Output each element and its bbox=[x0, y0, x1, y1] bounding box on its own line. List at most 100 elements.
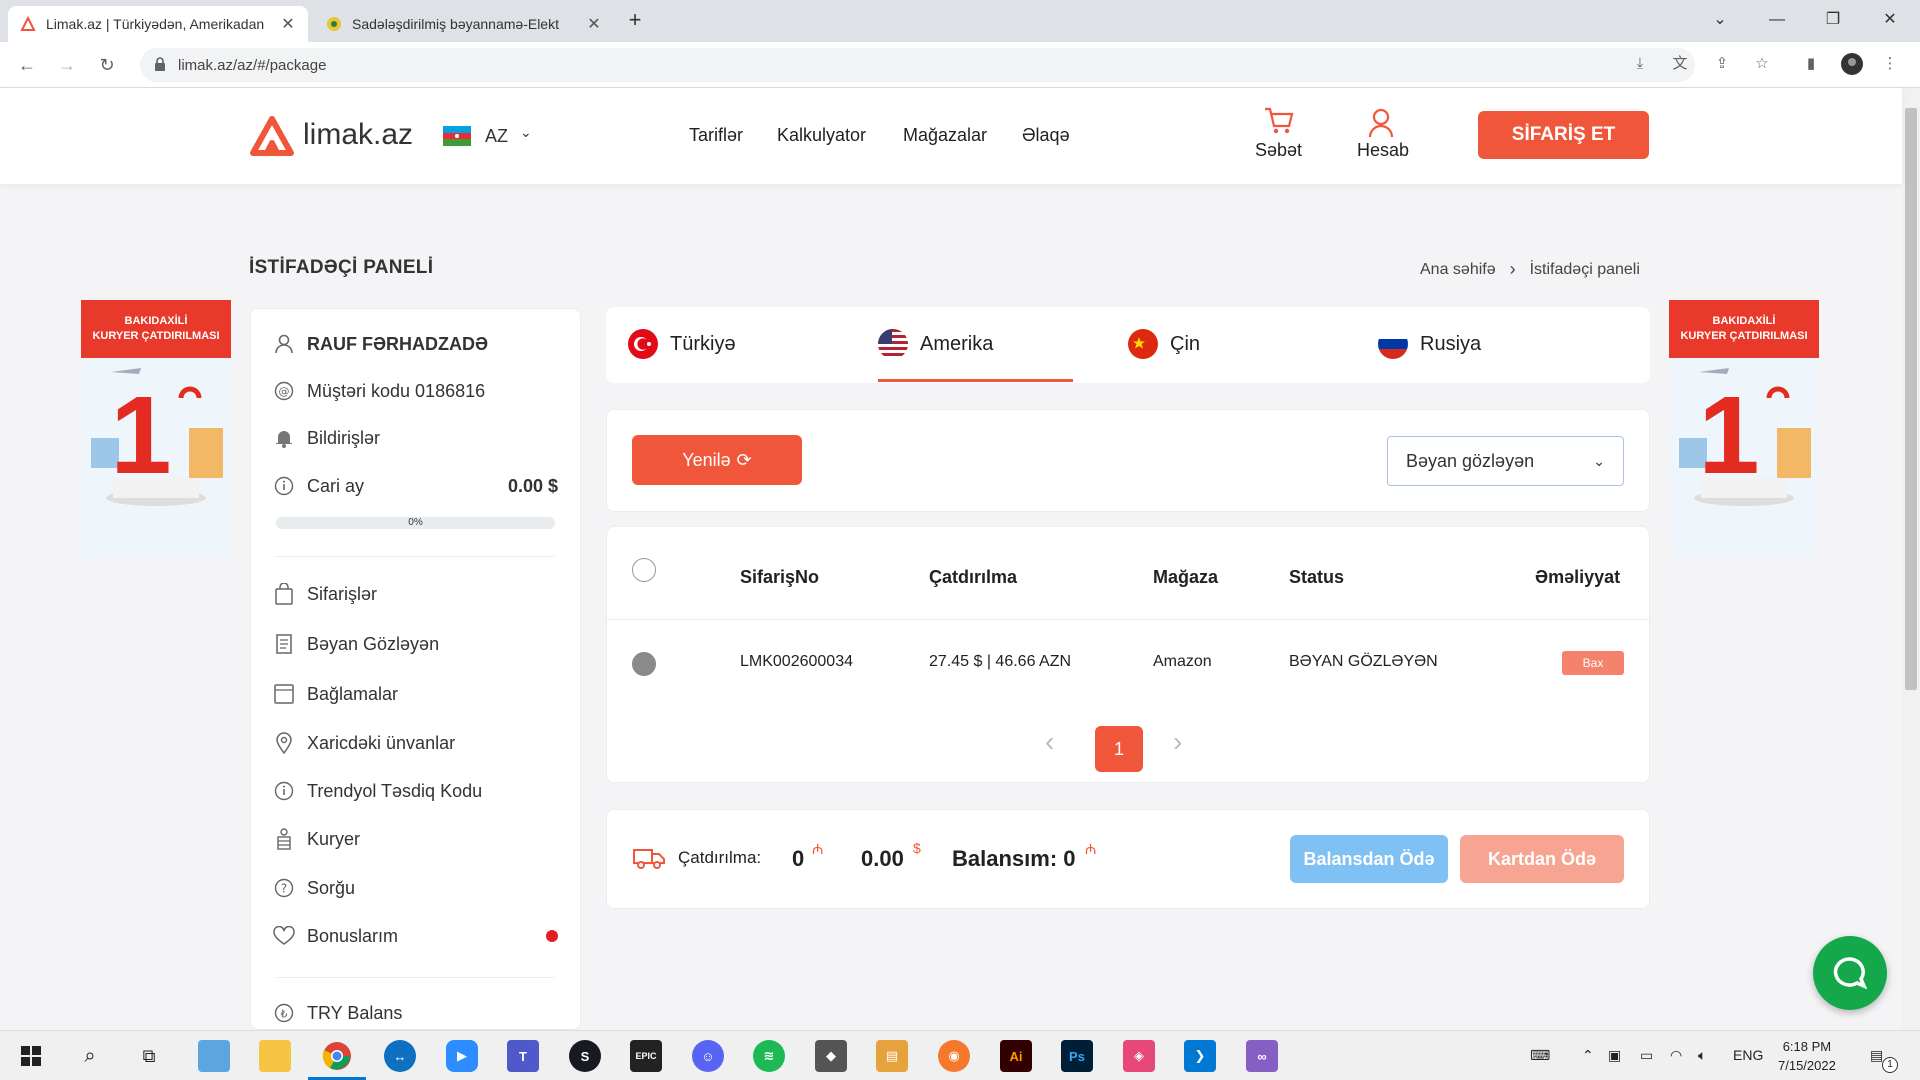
refresh-button[interactable]: Yenilə ⟳ bbox=[632, 435, 802, 485]
browser-tab-declaration[interactable]: Sadələşdirilmiş bəyannamə-Elekt ✕ bbox=[314, 6, 614, 42]
breadcrumb-home[interactable]: Ana səhifə bbox=[1420, 261, 1496, 279]
url-input[interactable]: limak.az/az/#/package bbox=[140, 48, 1695, 82]
language-select[interactable]: AZ bbox=[485, 126, 508, 147]
tab-russia[interactable]: Rusiya bbox=[1378, 329, 1481, 359]
browser-menu-icon[interactable]: ⋮ bbox=[1878, 52, 1902, 76]
svg-text:₺: ₺ bbox=[281, 1008, 288, 1021]
tab-china[interactable]: Çin bbox=[1128, 329, 1200, 359]
windows-start-icon[interactable] bbox=[15, 1040, 47, 1072]
battery-icon[interactable]: ▭ bbox=[1640, 1047, 1653, 1064]
volume-icon[interactable]: 🔈︎ bbox=[1698, 1047, 1706, 1064]
sidebar-item-label: TRY Balans bbox=[307, 1002, 403, 1023]
search-icon[interactable]: ⌕ bbox=[74, 1040, 106, 1072]
clock-date: 7/15/2022 bbox=[1778, 1058, 1836, 1073]
nav-stores[interactable]: Mağazalar bbox=[903, 125, 987, 146]
chevron-down-icon[interactable]: ⌄ bbox=[520, 124, 532, 141]
select-all-radio[interactable] bbox=[632, 558, 656, 582]
unity-icon[interactable]: ◆ bbox=[815, 1040, 847, 1072]
steam-icon[interactable]: S bbox=[569, 1040, 601, 1072]
browser-tab-limak[interactable]: Limak.az | Türkiyədən, Amerikadan ✕ bbox=[8, 6, 308, 42]
pay-by-card-button[interactable]: Kartdan Ödə bbox=[1460, 835, 1624, 883]
ad-illustration-icon: 1 bbox=[81, 358, 231, 557]
chrome-icon[interactable] bbox=[321, 1040, 353, 1072]
courier-ad-right[interactable]: BAKIDAXİLİ KURYER ÇATDIRILMASI 1 bbox=[1669, 300, 1819, 557]
ad-heading: BAKIDAXİLİ KURYER ÇATDIRILMASI bbox=[81, 300, 231, 358]
input-language[interactable]: ENG bbox=[1733, 1047, 1763, 1063]
install-icon[interactable]: ⤓ bbox=[1628, 52, 1652, 76]
notebook-app-icon[interactable]: ▤ bbox=[876, 1040, 908, 1072]
tab-close-icon[interactable]: ✕ bbox=[280, 14, 296, 34]
sidebar-item-foreign-addresses[interactable]: Xaricdəki ünvanlar bbox=[273, 732, 455, 754]
new-tab-button[interactable]: + bbox=[623, 8, 647, 32]
sourcetree-icon[interactable]: ◈ bbox=[1123, 1040, 1155, 1072]
tab-search-icon[interactable]: ⌄ bbox=[1708, 8, 1732, 32]
status-filter-select[interactable]: Bəyan gözləyən ⌄ bbox=[1387, 436, 1624, 486]
cart-label[interactable]: Səbət bbox=[1255, 140, 1302, 161]
courier-ad-left[interactable]: BAKIDAXİLİ KURYER ÇATDIRILMASI 1 bbox=[81, 300, 231, 557]
tab-turkey[interactable]: Türkiyə bbox=[628, 329, 736, 359]
share-icon[interactable]: ⇪ bbox=[1710, 52, 1734, 76]
sidebar-item-bonuses[interactable]: Bonuslarım bbox=[273, 925, 558, 947]
pagination-prev-icon[interactable]: ‹ bbox=[1045, 726, 1054, 758]
account-label[interactable]: Hesab bbox=[1357, 140, 1409, 161]
sidebar-item-trendyol-code[interactable]: Trendyol Təsdiq Kodu bbox=[273, 780, 482, 802]
tab-america[interactable]: Amerika bbox=[878, 329, 993, 359]
photoshop-icon[interactable]: Ps bbox=[1061, 1040, 1093, 1072]
minimize-icon[interactable]: — bbox=[1765, 8, 1789, 32]
teamviewer-icon[interactable]: ↔ bbox=[384, 1040, 416, 1072]
visual-studio-icon[interactable]: ∞ bbox=[1246, 1040, 1278, 1072]
scrollbar-thumb[interactable] bbox=[1905, 108, 1917, 690]
pagination-next-icon[interactable]: › bbox=[1173, 726, 1182, 758]
bookmark-star-icon[interactable]: ☆ bbox=[1750, 52, 1774, 76]
tray-chevron-up-icon[interactable]: ⌃ bbox=[1582, 1047, 1594, 1064]
sidebar-item-inquiry[interactable]: ? Sorğu bbox=[273, 877, 355, 899]
back-icon[interactable]: ← bbox=[14, 52, 40, 78]
file-explorer-icon[interactable] bbox=[259, 1040, 291, 1072]
epic-games-icon[interactable]: EPIC bbox=[630, 1040, 662, 1072]
blender-icon[interactable]: ◉ bbox=[938, 1040, 970, 1072]
nav-calculator[interactable]: Kalkulyator bbox=[777, 125, 866, 146]
pagination-page-1[interactable]: 1 bbox=[1095, 726, 1143, 772]
teams-icon[interactable]: T bbox=[507, 1040, 539, 1072]
spotify-icon[interactable]: ≋ bbox=[753, 1040, 785, 1072]
logo-text[interactable]: limak.az bbox=[303, 118, 413, 152]
side-panel-icon[interactable]: ▮ bbox=[1799, 52, 1823, 76]
sidebar-item-courier[interactable]: Kuryer bbox=[273, 828, 360, 850]
discord-icon[interactable]: ☺ bbox=[692, 1040, 724, 1072]
tab-close-icon[interactable]: ✕ bbox=[586, 14, 602, 34]
nav-contact[interactable]: Əlaqə bbox=[1022, 125, 1070, 146]
maximize-icon[interactable]: ❐ bbox=[1821, 8, 1845, 32]
sidebar-item-try-balance[interactable]: ₺ TRY Balans bbox=[273, 1002, 402, 1024]
vscode-icon[interactable]: ❯ bbox=[1184, 1040, 1216, 1072]
reload-icon[interactable]: ↻ bbox=[94, 52, 120, 78]
live-chat-button[interactable] bbox=[1813, 936, 1887, 1010]
profile-avatar[interactable] bbox=[1840, 52, 1864, 76]
limak-logo-icon[interactable] bbox=[249, 115, 295, 162]
zoom-icon[interactable]: ▶ bbox=[446, 1040, 478, 1072]
cart-icon[interactable] bbox=[1263, 106, 1295, 141]
nav-tariffs[interactable]: Tariflər bbox=[689, 125, 743, 146]
order-button[interactable]: SİFARİŞ ET bbox=[1478, 111, 1649, 159]
pay-from-balance-button[interactable]: Balansdan Ödə bbox=[1290, 835, 1448, 883]
keyboard-icon[interactable]: ⌨ bbox=[1530, 1047, 1550, 1064]
close-window-icon[interactable]: ✕ bbox=[1878, 8, 1902, 32]
illustrator-icon[interactable]: Ai bbox=[1000, 1040, 1032, 1072]
translate-icon[interactable]: 文 bbox=[1668, 52, 1692, 76]
desktop-app-icon[interactable] bbox=[198, 1040, 230, 1072]
notification-center-icon[interactable]: ▤ bbox=[1870, 1047, 1883, 1064]
divider bbox=[276, 556, 555, 557]
sidebar-item-pending-declaration[interactable]: Bəyan Gözləyən bbox=[273, 633, 439, 655]
wifi-icon[interactable]: ◠ bbox=[1670, 1047, 1682, 1064]
device-icon[interactable]: ▣ bbox=[1608, 1047, 1621, 1064]
cell-store: Amazon bbox=[1153, 653, 1212, 670]
question-icon: ? bbox=[273, 877, 295, 899]
task-view-icon[interactable]: ⧉ bbox=[133, 1040, 165, 1072]
sidebar-item-packages[interactable]: Bağlamalar bbox=[273, 683, 398, 705]
row-select-radio[interactable] bbox=[632, 652, 656, 676]
sidebar-item-orders[interactable]: Sifarişlər bbox=[273, 583, 377, 605]
system-clock[interactable]: 6:18 PM 7/15/2022 bbox=[1778, 1037, 1836, 1075]
sidebar-item-notifications[interactable]: Bildirişlər bbox=[273, 427, 380, 449]
view-button[interactable]: Bax bbox=[1562, 651, 1624, 675]
account-icon[interactable] bbox=[1368, 108, 1394, 143]
forward-icon[interactable]: → bbox=[54, 52, 80, 78]
